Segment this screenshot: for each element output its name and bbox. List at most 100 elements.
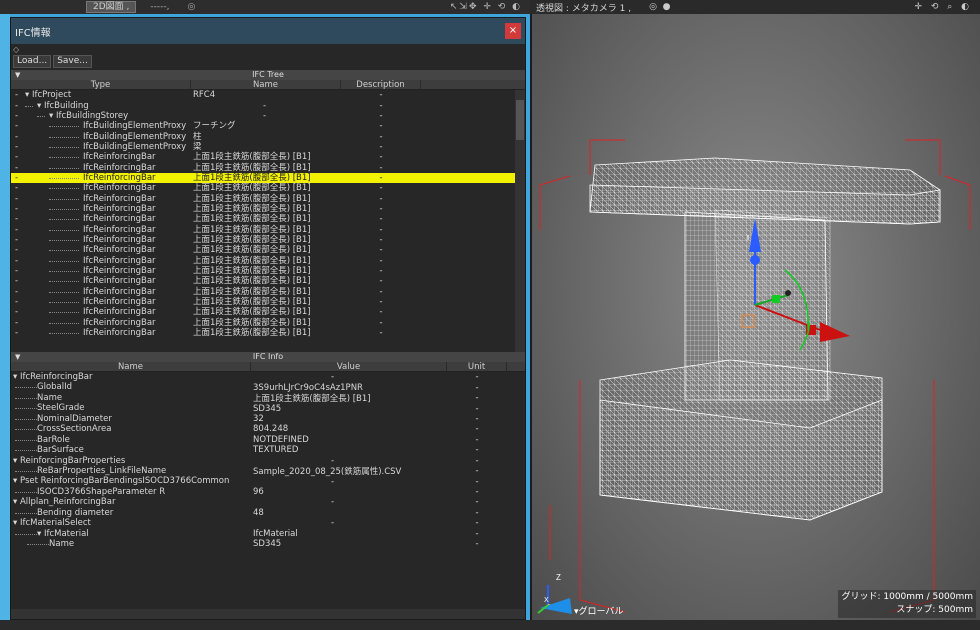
info-unit-cell: -: [475, 382, 479, 393]
tree-row[interactable]: - IfcReinforcingBar 上面1段主鉄筋(腹部全長) [B1] -: [11, 266, 525, 276]
info-row[interactable]: ▾ IfcMaterial IfcMaterial -: [11, 529, 525, 539]
tree-name-cell: 上面1段主鉄筋(腹部全長) [B1]: [193, 224, 311, 235]
save-button[interactable]: Save...: [53, 55, 92, 68]
info-value-cell: 上面1段主鉄筋(腹部全長) [B1]: [253, 394, 371, 405]
tree-type-label: IfcReinforcingBar: [83, 224, 156, 235]
info-unit-cell: -: [475, 445, 479, 456]
info-name-label: CrossSectionArea: [37, 424, 112, 435]
scrollbar-thumb[interactable]: [516, 100, 524, 140]
tree-section-header[interactable]: ▼ IFC Tree: [11, 70, 525, 80]
tree-row[interactable]: - IfcReinforcingBar 上面1段主鉄筋(腹部全長) [B1] -: [11, 172, 525, 184]
model-view[interactable]: Z X: [530, 0, 980, 630]
tree-row[interactable]: - IfcReinforcingBar 上面1段主鉄筋(腹部全長) [B1] -: [11, 183, 525, 193]
info-row[interactable]: CrossSectionArea 804.248 -: [11, 424, 525, 434]
tree-row[interactable]: - IfcReinforcingBar 上面1段主鉄筋(腹部全長) [B1] -: [11, 245, 525, 255]
info-name-label: GlobalId: [37, 382, 73, 393]
tree-type-label: IfcBuildingElementProxy: [83, 121, 187, 132]
column-unit[interactable]: Unit: [447, 362, 507, 372]
info-row[interactable]: Bending diameter 48 -: [11, 508, 525, 518]
tree-row[interactable]: - IfcReinforcingBar 上面1段主鉄筋(腹部全長) [B1] -: [11, 256, 525, 266]
line-style-selector[interactable]: -----,: [150, 2, 169, 12]
column-name[interactable]: Name: [11, 362, 251, 372]
collapse-triangle-icon[interactable]: ▼: [15, 70, 20, 80]
tree-row[interactable]: - IfcReinforcingBar 上面1段主鉄筋(腹部全長) [B1] -: [11, 297, 525, 307]
tree-type-label: IfcBuildingElementProxy: [83, 131, 187, 142]
tree-row[interactable]: - IfcBuildingElementProxy 梁 -: [11, 142, 525, 152]
tree-name-cell: 上面1段主鉄筋(腹部全長) [B1]: [193, 162, 311, 173]
tree-scrollbar[interactable]: [515, 90, 525, 352]
info-row[interactable]: ReBarProperties_LinkFileName Sample_2020_…: [11, 466, 525, 477]
info-row[interactable]: ▾ Pset ReinforcingBarBendingsISOCD3766Co…: [11, 476, 525, 486]
tree-description-cell: -: [379, 286, 383, 297]
coordinate-system-dropdown[interactable]: ▾グローバル: [574, 604, 623, 617]
tree-type-label: IfcReinforcingBar: [83, 245, 156, 256]
info-value-cell: SD345: [253, 539, 282, 550]
tree-type-label: IfcReinforcingBar: [83, 255, 156, 266]
tree-name-cell: 上面1段主鉄筋(腹部全長) [B1]: [193, 286, 311, 297]
info-row[interactable]: ▾ Allplan_ReinforcingBar - -: [11, 497, 525, 507]
tree-row[interactable]: - IfcReinforcingBar 上面1段主鉄筋(腹部全長) [B1] -: [11, 193, 525, 204]
tree-name-cell: 上面1段主鉄筋(腹部全長) [B1]: [193, 255, 311, 266]
tree-name-cell: 上面1段主鉄筋(腹部全長) [B1]: [193, 152, 311, 163]
tree-description-cell: -: [379, 234, 383, 245]
info-row[interactable]: SteelGrade SD345 -: [11, 403, 525, 414]
tree-type-label: IfcReinforcingBar: [83, 297, 156, 308]
tree-row[interactable]: - IfcReinforcingBar 上面1段主鉄筋(腹部全長) [B1] -: [11, 287, 525, 297]
tree-row[interactable]: - IfcReinforcingBar 上面1段主鉄筋(腹部全長) [B1] -: [11, 276, 525, 286]
info-name-label: ▾ IfcMaterial: [37, 528, 89, 539]
info-name-label: BarSurface: [37, 445, 84, 456]
tree-description-cell: -: [379, 266, 383, 277]
info-section-header[interactable]: ▼ IFC Info: [11, 352, 525, 362]
tree-type-label: IfcReinforcingBar: [83, 266, 156, 277]
close-button[interactable]: ×: [505, 23, 521, 39]
window-backdrop-bottom: [0, 620, 980, 630]
tree-row[interactable]: - IfcBuildingElementProxy 柱 -: [11, 131, 525, 142]
tree-description-cell: -: [379, 317, 383, 328]
load-button[interactable]: Load...: [13, 55, 52, 68]
info-row[interactable]: ▾ IfcReinforcingBar - -: [11, 372, 525, 382]
view-tool-icons[interactable]: ↖⇲✥ ✛ ⟲ ◐: [450, 2, 522, 12]
info-unit-cell: -: [475, 466, 479, 477]
snap-circle-icon[interactable]: ◎: [188, 2, 196, 12]
diamond-icon: ◇: [13, 45, 20, 54]
tree-row[interactable]: - IfcReinforcingBar 上面1段主鉄筋(腹部全長) [B1] -: [11, 204, 525, 214]
tree-row[interactable]: - ▾ IfcProject RFC4-: [11, 90, 525, 100]
column-value[interactable]: Value: [251, 362, 447, 372]
panel-bottom-bar: [11, 609, 525, 619]
tree-name-cell: 上面1段主鉄筋(腹部全長) [B1]: [193, 203, 311, 214]
info-row[interactable]: BarRole NOTDEFINED -: [11, 435, 525, 445]
info-row[interactable]: NominalDiameter 32 -: [11, 414, 525, 424]
tab-2d-drawing[interactable]: 2D図面 ,: [86, 1, 137, 13]
info-name-label: Name: [37, 392, 63, 403]
column-name[interactable]: Name: [191, 80, 341, 90]
column-type[interactable]: Type: [11, 80, 191, 90]
tree-row[interactable]: - IfcReinforcingBar 上面1段主鉄筋(腹部全長) [B1] -: [11, 318, 525, 328]
tree-row[interactable]: - IfcReinforcingBar 上面1段主鉄筋(腹部全長) [B1] -: [11, 162, 525, 173]
info-value-cell: SD345: [253, 403, 282, 414]
collapse-triangle-icon[interactable]: ▼: [15, 352, 20, 362]
3d-viewport[interactable]: 透視図 : メタカメラ 1 , ◎ ● ✛ ⟲ ⌕ ◐ Z X ▾グローバル グ…: [530, 0, 980, 630]
info-row[interactable]: ▾ IfcMaterialSelect - -: [11, 518, 525, 528]
tree-row[interactable]: - IfcReinforcingBar 上面1段主鉄筋(腹部全長) [B1] -: [11, 328, 525, 338]
tree-row[interactable]: - IfcReinforcingBar 上面1段主鉄筋(腹部全長) [B1] -: [11, 235, 525, 245]
column-description[interactable]: Description: [341, 80, 421, 90]
ifc-tree-list[interactable]: - ▾ IfcProject RFC4- - ▾ IfcBuilding - - - ▾ Ifc…: [11, 90, 525, 352]
tree-row[interactable]: - ▾ IfcBuildingStorey - -: [11, 111, 525, 121]
tree-row[interactable]: - IfcReinforcingBar 上面1段主鉄筋(腹部全長) [B1] -: [11, 152, 525, 162]
info-row[interactable]: Name 上面1段主鉄筋(腹部全長) [B1] -: [11, 392, 525, 405]
tree-row[interactable]: - IfcBuildingElementProxy フーチング -: [11, 121, 525, 131]
info-row[interactable]: Name SD345 -: [11, 539, 525, 549]
info-unit-cell: -: [475, 528, 479, 539]
tree-description-cell: -: [379, 214, 383, 225]
info-value-cell: NOTDEFINED: [253, 434, 309, 445]
tree-row[interactable]: - ▾ IfcBuilding - -: [11, 100, 525, 111]
tree-name-cell: 上面1段主鉄筋(腹部全長) [B1]: [193, 297, 311, 308]
info-unit-cell: -: [475, 372, 479, 383]
panel-title: IFC情報: [15, 27, 51, 39]
tree-row[interactable]: - IfcReinforcingBar 上面1段主鉄筋(腹部全長) [B1] -: [11, 307, 525, 317]
tree-row[interactable]: - IfcReinforcingBar 上面1段主鉄筋(腹部全長) [B1] -: [11, 214, 525, 224]
tree-type-label: IfcReinforcingBar: [83, 172, 156, 183]
info-row[interactable]: ISOCD3766ShapeParameter R 96 -: [11, 487, 525, 497]
tree-row[interactable]: - IfcReinforcingBar 上面1段主鉄筋(腹部全長) [B1] -: [11, 224, 525, 235]
info-row[interactable]: BarSurface TEXTURED -: [11, 445, 525, 455]
